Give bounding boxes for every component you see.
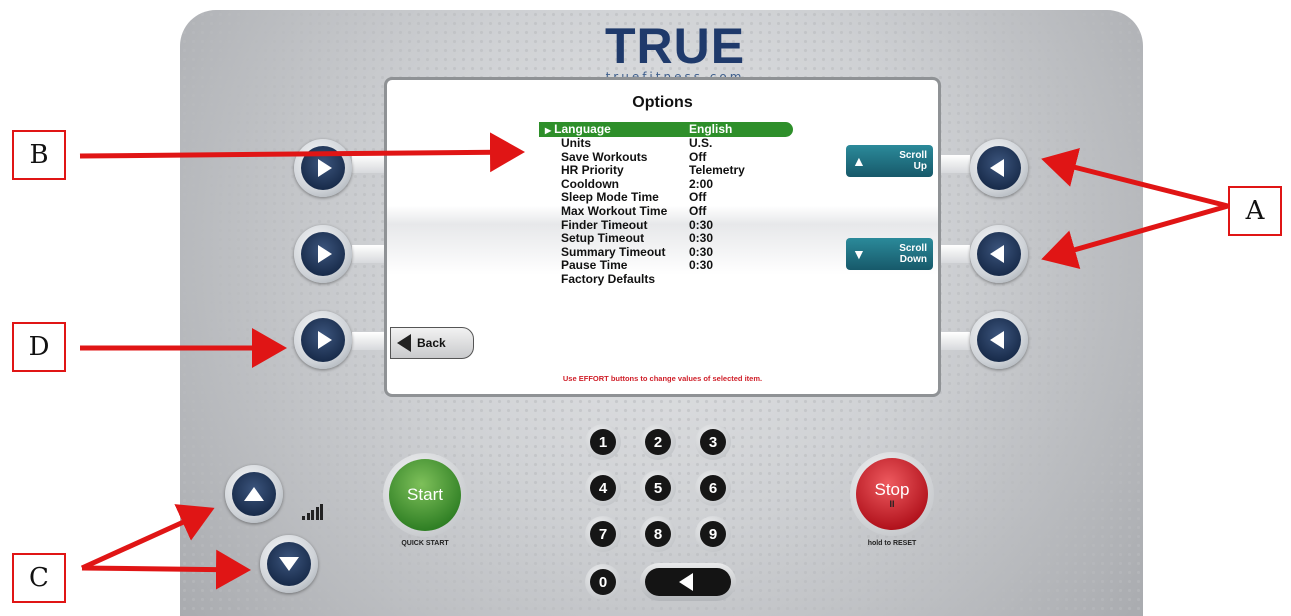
callout-c: C: [12, 553, 66, 603]
callout-a: A: [1228, 186, 1282, 236]
arrow-a-down: [1041, 203, 1229, 269]
arrow-c-up: [80, 504, 215, 571]
callout-arrows: [79, 132, 1229, 590]
arrow-b: [79, 132, 525, 173]
arrow-c-down: [81, 549, 251, 590]
callout-d: D: [12, 322, 66, 372]
arrow-a-up: [1041, 147, 1229, 209]
callout-b: B: [12, 130, 66, 180]
